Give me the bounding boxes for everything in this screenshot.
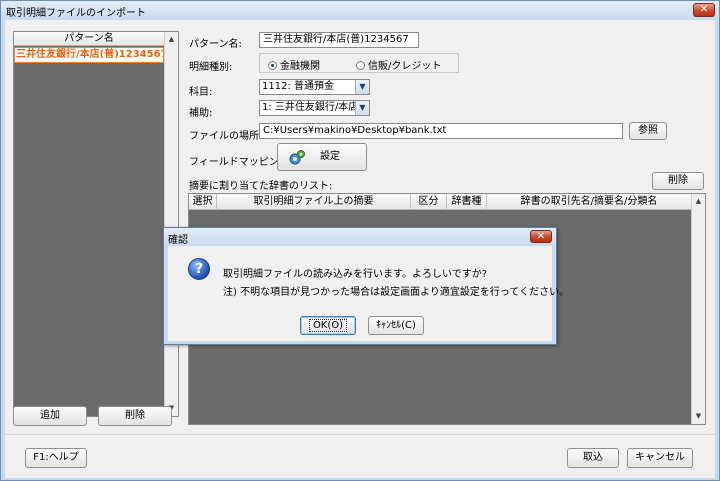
column-category[interactable]: 区分 <box>411 194 447 210</box>
confirm-dialog-close-button[interactable]: ✕ <box>530 230 552 243</box>
dictionary-delete-button[interactable]: 削除 <box>652 172 704 190</box>
sub-account-select[interactable]: 1: 三井住友銀行/本店 ▼ <box>259 100 370 116</box>
account-label: 科目: <box>189 87 213 98</box>
scroll-up-icon[interactable]: ▲ <box>692 195 705 208</box>
column-select[interactable]: 選択 <box>189 194 217 210</box>
import-button[interactable]: 取込 <box>567 448 619 468</box>
footer-divider <box>5 434 715 435</box>
delete-pattern-button[interactable]: 削除 <box>98 406 172 426</box>
dictionary-list-label: 摘要に割り当てた辞書のリスト: <box>189 181 333 192</box>
dictionary-table-header: 選択 取引明細ファイル上の摘要 区分 辞書種 辞書の取引先名/摘要名/分類名 <box>189 194 691 210</box>
sub-account-label: 補助: <box>189 108 213 119</box>
column-dictionary-type[interactable]: 辞書種 <box>447 194 487 210</box>
pattern-list-item[interactable]: 三井住友銀行/本店(普)1234567 <box>14 47 164 63</box>
pattern-list-scrollbar[interactable]: ▲ ▼ <box>164 32 178 416</box>
settings-gear-icon <box>289 150 305 165</box>
dictionary-scrollbar[interactable]: ▲ ▼ <box>691 194 705 424</box>
scroll-up-icon[interactable]: ▲ <box>165 33 178 46</box>
sub-account-select-value: 1: 三井住友銀行/本店 <box>262 102 359 113</box>
account-select-value: 1112: 普通預金 <box>262 81 334 92</box>
window-close-button[interactable]: ✕ <box>693 3 715 17</box>
add-pattern-button[interactable]: 追加 <box>13 406 87 426</box>
column-statement-summary[interactable]: 取引明細ファイル上の摘要 <box>217 194 411 210</box>
confirm-dialog-body: ? 取引明細ファイルの読み込みを行います。よろしいですか? 注) 不明な項目が見… <box>168 246 569 341</box>
confirm-message-line2: 注) 不明な項目が見つかった場合は設定画面より適宜設定を行ってください。 <box>223 287 570 298</box>
field-mapping-settings-button[interactable]: 設定 <box>277 143 367 171</box>
browse-button[interactable]: 参照 <box>629 122 667 140</box>
question-icon: ? <box>188 258 210 280</box>
dialog-ok-button[interactable]: OK(O) <box>300 316 356 335</box>
radio-credit[interactable]: 信販/クレジット <box>356 57 441 72</box>
account-select[interactable]: 1112: 普通預金 ▼ <box>259 79 370 95</box>
pattern-name-input[interactable]: 三井住友銀行/本店(普)1234567 <box>259 32 419 48</box>
window-title: 取引明細ファイルのインポート <box>6 8 146 19</box>
chevron-down-icon[interactable]: ▼ <box>355 101 369 115</box>
help-button[interactable]: F1:ヘルプ <box>25 448 87 468</box>
statement-type-group: 金融機関 信販/クレジット <box>259 53 459 73</box>
file-location-input[interactable]: C:¥Users¥makino¥Desktop¥bank.txt <box>259 123 623 139</box>
radio-selected-icon <box>268 61 277 70</box>
radio-financial-institution[interactable]: 金融機関 <box>268 57 320 72</box>
pattern-list-header: パターン名 <box>14 32 164 46</box>
cancel-button[interactable]: キャンセル <box>627 448 693 468</box>
radio-unselected-icon <box>356 61 365 70</box>
scroll-down-icon[interactable]: ▼ <box>692 410 705 423</box>
statement-type-label: 明細種別: <box>189 62 233 73</box>
confirm-dialog-title-bar: 確認 ✕ <box>164 228 556 246</box>
pattern-list[interactable]: パターン名 三井住友銀行/本店(普)1234567 ▲ ▼ <box>13 31 179 417</box>
import-window: 取引明細ファイルのインポート ✕ パターン名 三井住友銀行/本店(普)12345… <box>0 0 720 481</box>
chevron-down-icon[interactable]: ▼ <box>355 80 369 94</box>
column-dictionary-name[interactable]: 辞書の取引先名/摘要名/分類名 <box>487 194 691 210</box>
settings-label: 設定 <box>320 151 340 162</box>
pattern-name-label: パターン名: <box>189 39 242 50</box>
confirm-message-line1: 取引明細ファイルの読み込みを行います。よろしいですか? <box>223 269 488 280</box>
dialog-cancel-button[interactable]: ｷｬﾝｾﾙ(C) <box>368 316 424 335</box>
confirm-dialog-title: 確認 <box>168 235 188 246</box>
confirm-dialog: 確認 ✕ ? 取引明細ファイルの読み込みを行います。よろしいですか? 注) 不明… <box>163 227 569 345</box>
title-bar: 取引明細ファイルのインポート ✕ <box>1 1 719 19</box>
file-location-label: ファイルの場所: <box>189 131 263 142</box>
